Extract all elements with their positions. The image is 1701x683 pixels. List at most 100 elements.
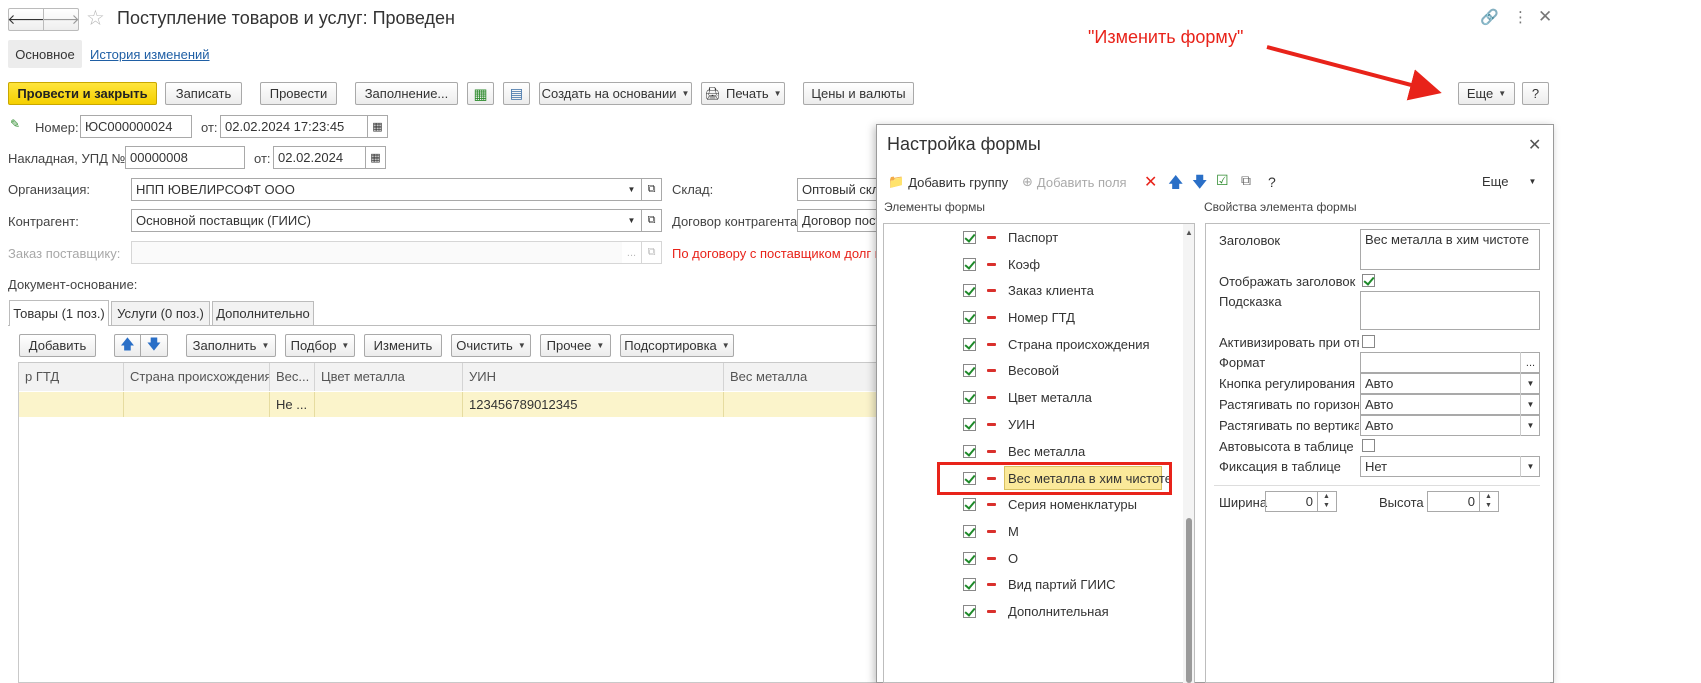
table-cell[interactable] — [724, 392, 880, 417]
tree-item-nomenclature-series[interactable]: Серия номенклатуры — [1008, 497, 1137, 512]
checkbox-passport[interactable] — [963, 231, 976, 244]
checkbox-giis-batch[interactable] — [963, 578, 976, 591]
show-caption-checkbox[interactable] — [1362, 274, 1375, 287]
field-icon — [987, 610, 996, 613]
open-icon[interactable]: ⧉ — [642, 209, 662, 232]
tree-item-o[interactable]: О — [1008, 551, 1018, 566]
tree-item-metal-weight[interactable]: Вес металла — [1008, 444, 1085, 459]
checkbox-uin[interactable] — [963, 418, 976, 431]
adjust-button-label: Кнопка регулирования — [1219, 376, 1356, 391]
column-header-metal-weight[interactable]: Вес металла — [724, 363, 880, 391]
tree-item-metal-color[interactable]: Цвет металла — [1008, 390, 1092, 405]
stretch-h-field[interactable]: Авто — [1360, 394, 1540, 415]
column-header-gtd[interactable]: р ГТД — [19, 363, 124, 391]
calendar-icon[interactable]: ▦ — [366, 146, 386, 169]
hint-field[interactable] — [1360, 291, 1540, 330]
caption-field[interactable]: Вес металла в хим чистоте — [1360, 229, 1540, 270]
field-icon — [987, 583, 996, 586]
sort-button[interactable]: Подсортировка ▼ — [620, 334, 734, 357]
add-group-button[interactable]: 📁 Добавить группу — [888, 174, 1008, 190]
format-field[interactable] — [1360, 352, 1540, 373]
tree-item-coef[interactable]: Коэф — [1008, 257, 1040, 272]
help-icon[interactable]: ? — [1268, 174, 1276, 190]
delete-icon[interactable]: ✕ — [1144, 172, 1157, 192]
checkbox-weighted[interactable] — [963, 364, 976, 377]
tree-item-giis-batch[interactable]: Вид партий ГИИС — [1008, 577, 1116, 592]
arrow-down-icon[interactable]: 🡇 — [1192, 172, 1207, 197]
adjust-button-field[interactable]: Авто — [1360, 373, 1540, 394]
tree-item-passport[interactable]: Паспорт — [1008, 230, 1058, 245]
chevron-down-icon[interactable]: ▼ — [622, 178, 642, 201]
clear-button[interactable]: Очистить ▼ — [451, 334, 531, 357]
date-field[interactable]: 02.02.2024 17:23:45 — [220, 115, 368, 138]
warehouse-field[interactable]: Оптовый склад — [797, 178, 879, 201]
chevron-down-icon[interactable]: ▼ — [1520, 373, 1540, 394]
tree-item-country[interactable]: Страна происхождения — [1008, 337, 1150, 352]
checkbox-additional[interactable] — [963, 605, 976, 618]
activate-checkbox[interactable] — [1362, 335, 1375, 348]
checkbox-coef[interactable] — [963, 258, 976, 271]
column-header-country[interactable]: Страна происхождения — [124, 363, 270, 391]
tree-item-weighted[interactable]: Весовой — [1008, 363, 1059, 378]
tree-item-gtd-number[interactable]: Номер ГТД — [1008, 310, 1075, 325]
width-stepper[interactable]: ▲ ▼ — [1317, 491, 1337, 512]
height-stepper[interactable]: ▲ ▼ — [1479, 491, 1499, 512]
format-select-button[interactable]: ... — [1520, 352, 1540, 373]
invoice-date-field[interactable]: 02.02.2024 — [273, 146, 366, 169]
tree-item-additional[interactable]: Дополнительная — [1008, 604, 1109, 619]
table-cell[interactable]: 123456789012345 — [463, 392, 724, 417]
checkbox-m[interactable] — [963, 525, 976, 538]
checkbox-client-order[interactable] — [963, 284, 976, 297]
other-button[interactable]: Прочее ▼ — [540, 334, 611, 357]
open-icon[interactable]: ⧉ — [642, 178, 662, 201]
contract-field[interactable]: Договор поставки — [797, 209, 879, 232]
dialog-more-button[interactable]: Еще ▼ — [1482, 174, 1536, 189]
autoheight-checkbox[interactable] — [1362, 439, 1375, 452]
contractor-field[interactable]: Основной поставщик (ГИИС) — [131, 209, 624, 232]
scroll-up-icon[interactable]: ▲ — [1185, 228, 1193, 237]
column-header-metal-color[interactable]: Цвет металла — [315, 363, 463, 391]
fill-table-button[interactable]: Заполнить ▼ — [186, 334, 276, 357]
change-button[interactable]: Изменить — [364, 334, 442, 357]
number-field[interactable]: ЮС000000024 — [80, 115, 192, 138]
org-field[interactable]: НПП ЮВЕЛИРСОФТ ООО — [131, 178, 624, 201]
height-field[interactable]: 0 — [1427, 491, 1480, 512]
move-down-button[interactable]: 🡇 — [140, 334, 168, 357]
check-all-icon[interactable]: ☑ — [1216, 172, 1229, 189]
copy-icon[interactable]: ⧉ — [1241, 172, 1251, 189]
chevron-down-icon[interactable]: ▼ — [1520, 394, 1540, 415]
checkbox-o[interactable] — [963, 552, 976, 565]
tree-item-client-order[interactable]: Заказ клиента — [1008, 283, 1094, 298]
tab-services[interactable]: Услуги (0 поз.) — [111, 301, 210, 325]
tree-item-uin[interactable]: УИН — [1008, 417, 1035, 432]
scrollbar-thumb[interactable] — [1186, 518, 1192, 683]
invoice-number-field[interactable]: 00000008 — [125, 146, 245, 169]
tab-additional[interactable]: Дополнительно — [212, 301, 314, 325]
stretch-v-field[interactable]: Авто — [1360, 415, 1540, 436]
column-header-uin[interactable]: УИН — [463, 363, 724, 391]
fix-field[interactable]: Нет — [1360, 456, 1540, 477]
checkbox-metal-weight[interactable] — [963, 445, 976, 458]
chevron-down-icon[interactable]: ▼ — [1520, 456, 1540, 477]
checkbox-nomenclature-series[interactable] — [963, 498, 976, 511]
add-row-button[interactable]: Добавить — [19, 334, 96, 357]
chevron-down-icon[interactable]: ▼ — [622, 209, 642, 232]
chevron-down-icon[interactable]: ▼ — [1520, 415, 1540, 436]
select-button[interactable]: Подбор ▼ — [285, 334, 355, 357]
close-dialog-icon[interactable]: ✕ — [1528, 135, 1541, 155]
table-cell[interactable] — [315, 392, 463, 417]
column-header-weighted[interactable]: Вес... — [270, 363, 315, 391]
table-cell[interactable] — [19, 392, 124, 417]
move-up-button[interactable]: 🡅 — [114, 334, 141, 357]
table-cell[interactable] — [124, 392, 270, 417]
tree-item-m[interactable]: М — [1008, 524, 1019, 539]
tab-goods[interactable]: Товары (1 поз.) — [9, 300, 109, 326]
date-from-label: от: — [201, 120, 218, 135]
checkbox-country[interactable] — [963, 338, 976, 351]
calendar-icon[interactable]: ▦ — [368, 115, 388, 138]
table-cell[interactable]: Не ... — [270, 392, 315, 417]
checkbox-gtd-number[interactable] — [963, 311, 976, 324]
width-field[interactable]: 0 — [1265, 491, 1318, 512]
arrow-up-icon[interactable]: 🡅 — [1168, 172, 1183, 197]
checkbox-metal-color[interactable] — [963, 391, 976, 404]
